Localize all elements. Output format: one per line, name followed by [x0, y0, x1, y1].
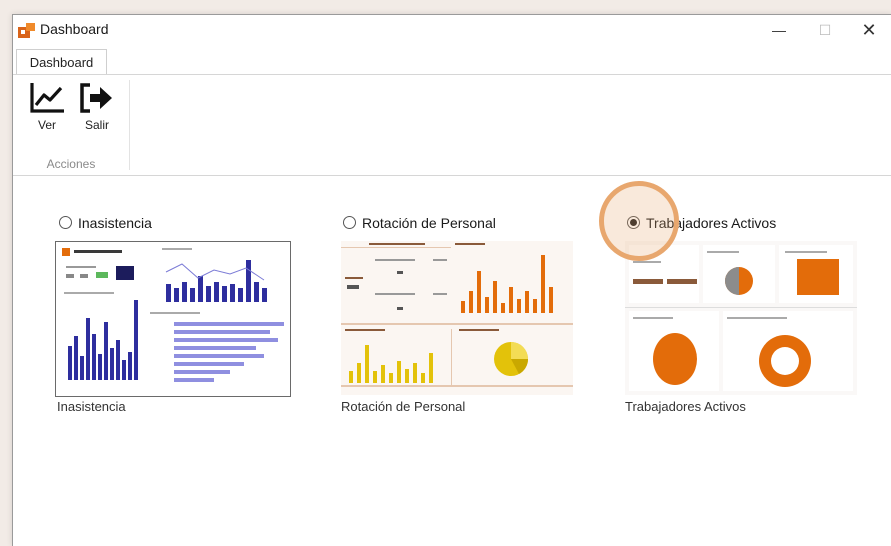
tab-dashboard[interactable]: Dashboard — [16, 49, 107, 75]
inasistencia-preview-image — [62, 248, 284, 382]
maximize-button[interactable]: ☐ — [802, 15, 848, 45]
ver-button-label: Ver — [37, 118, 56, 132]
window-title: Dashboard — [40, 21, 109, 37]
trabajadores-preview-image — [625, 241, 857, 395]
thumbnail-rotacion[interactable] — [341, 241, 575, 395]
app-logo-icon — [18, 23, 35, 38]
salir-button-label: Salir — [84, 118, 109, 132]
ribbon-group-separator — [129, 80, 130, 170]
close-button[interactable]: ✕ — [846, 15, 891, 45]
rotacion-preview-image — [341, 241, 573, 395]
ribbon-group-label: Acciones — [46, 157, 96, 171]
caption-inasistencia: Inasistencia — [57, 399, 126, 414]
selection-highlight-circle — [599, 181, 679, 261]
salir-button[interactable]: Salir — [77, 81, 117, 137]
caption-trabajadores-activos: Trabajadores Activos — [625, 399, 746, 414]
option-rotacion[interactable]: Rotación de Personal — [343, 215, 496, 233]
exit-icon — [80, 83, 112, 113]
minimize-button[interactable]: — — [756, 15, 802, 45]
option-rotacion-label: Rotación de Personal — [362, 215, 496, 231]
radio-rotacion[interactable] — [343, 216, 356, 229]
radio-inasistencia[interactable] — [59, 216, 72, 229]
thumbnail-inasistencia[interactable] — [55, 241, 291, 397]
ver-button[interactable]: Ver — [27, 81, 67, 137]
caption-rotacion: Rotación de Personal — [341, 399, 466, 414]
app-window: Dashboard — ☐ ✕ Dashboard Ver Salir Acci… — [12, 14, 891, 546]
ribbon-panel — [13, 75, 891, 174]
ribbon-bottom-border — [13, 175, 891, 176]
option-inasistencia[interactable]: Inasistencia — [59, 215, 152, 233]
title-bar[interactable]: Dashboard — ☐ ✕ — [13, 15, 891, 45]
line-chart-icon — [30, 83, 64, 113]
thumbnail-trabajadores-activos[interactable] — [625, 241, 859, 395]
option-inasistencia-label: Inasistencia — [78, 215, 152, 231]
